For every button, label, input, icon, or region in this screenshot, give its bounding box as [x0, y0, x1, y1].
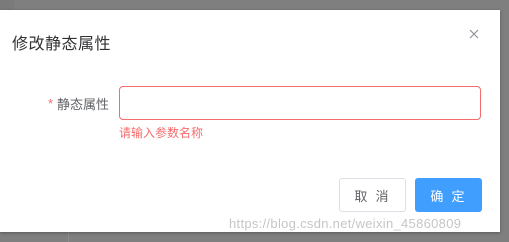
- dialog-title: 修改静态属性: [12, 34, 112, 53]
- watermark: https://blog.csdn.net/weixin_45860809: [229, 216, 462, 231]
- background-footer: [0, 232, 509, 242]
- close-icon[interactable]: [467, 27, 481, 41]
- field-label: 静态属性: [57, 98, 110, 113]
- validation-error: 请输入参数名称: [119, 126, 204, 140]
- divider: [68, 232, 69, 242]
- edit-static-attribute-dialog: 修改静态属性 * 静态属性 请输入参数名称 取 消 确 定 https://bl…: [0, 10, 500, 232]
- confirm-button[interactable]: 确 定: [415, 178, 482, 212]
- required-mark: *: [48, 96, 54, 111]
- static-attribute-form-item: * 静态属性: [0, 85, 500, 125]
- static-attribute-input[interactable]: [119, 86, 481, 120]
- cancel-button[interactable]: 取 消: [339, 178, 406, 212]
